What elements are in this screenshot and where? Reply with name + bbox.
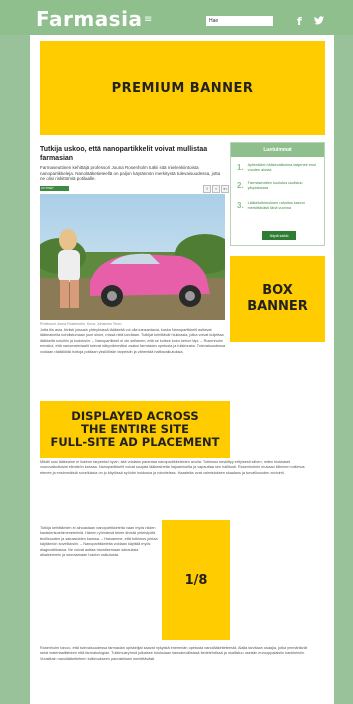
- category-tag[interactable]: UUTISET: [40, 186, 69, 191]
- image-caption: Professori Jouna Rosenholm. Kuva: Johann…: [40, 322, 122, 326]
- article-lead: Farmaseuttinen kehittäjä professori Joun…: [40, 165, 221, 181]
- share-twitter-button[interactable]: t: [212, 185, 220, 193]
- most-read-link[interactable]: Apteekkien lääkevalikoima laajenee ensi …: [248, 163, 321, 173]
- most-read-item[interactable]: 1. Apteekkien lääkevalikoima laajenee en…: [237, 163, 321, 173]
- show-all-button[interactable]: Näytä kaikki: [262, 231, 296, 240]
- most-read-number: 3.: [237, 201, 244, 210]
- eighth-page-banner[interactable]: 1/8: [162, 520, 230, 640]
- most-read-item[interactable]: 2. Farmaseuttien koulutus uudistuu yliop…: [237, 181, 321, 191]
- share-buttons: f t in: [203, 185, 229, 193]
- share-linkedin-button[interactable]: in: [221, 185, 229, 193]
- most-read-link[interactable]: Lääketutkimuksen rahoitus kasvoi merkitt…: [248, 201, 321, 211]
- article-hero-image: [40, 194, 225, 320]
- site-header: Farmasia ≡ f: [0, 0, 353, 35]
- share-facebook-button[interactable]: f: [203, 185, 211, 193]
- box-banner[interactable]: BOX BANNER: [230, 256, 325, 342]
- most-read-item[interactable]: 3. Lääketutkimuksen rahoitus kasvoi merk…: [237, 201, 321, 211]
- facebook-icon[interactable]: f: [297, 15, 302, 28]
- most-read-link[interactable]: Farmaseuttien koulutus uudistuu yliopist…: [248, 181, 321, 191]
- full-site-banner[interactable]: DISPLAYED ACROSS THE ENTIRE SITE FULL-SI…: [40, 401, 230, 458]
- most-read-box: Luetuimmat 1. Apteekkien lääkevalikoima …: [230, 142, 325, 246]
- menu-icon[interactable]: ≡: [144, 14, 152, 25]
- site-logo[interactable]: Farmasia: [36, 7, 142, 31]
- article-title: Tutkija uskoo, että nanopartikkelit voiv…: [40, 146, 208, 162]
- premium-banner[interactable]: PREMIUM BANNER: [40, 41, 325, 135]
- article-paragraph: Tutkija kehittämien ei ainoastaan nanopa…: [40, 526, 158, 558]
- search-input[interactable]: [206, 16, 273, 26]
- most-read-number: 1.: [237, 163, 244, 172]
- most-read-number: 2.: [237, 181, 244, 190]
- twitter-icon[interactable]: [314, 15, 324, 28]
- article-paragraph: Mikäli uusi lääkeaine ei liukene tarpeek…: [40, 460, 305, 475]
- article-paragraph: Rosenholm toivoo, että tulevaisuudessa f…: [40, 646, 307, 661]
- most-read-heading: Luetuimmat: [231, 143, 324, 157]
- article-paragraph: Jotta tiis asia, tiiviisti joissain yhte…: [40, 328, 226, 354]
